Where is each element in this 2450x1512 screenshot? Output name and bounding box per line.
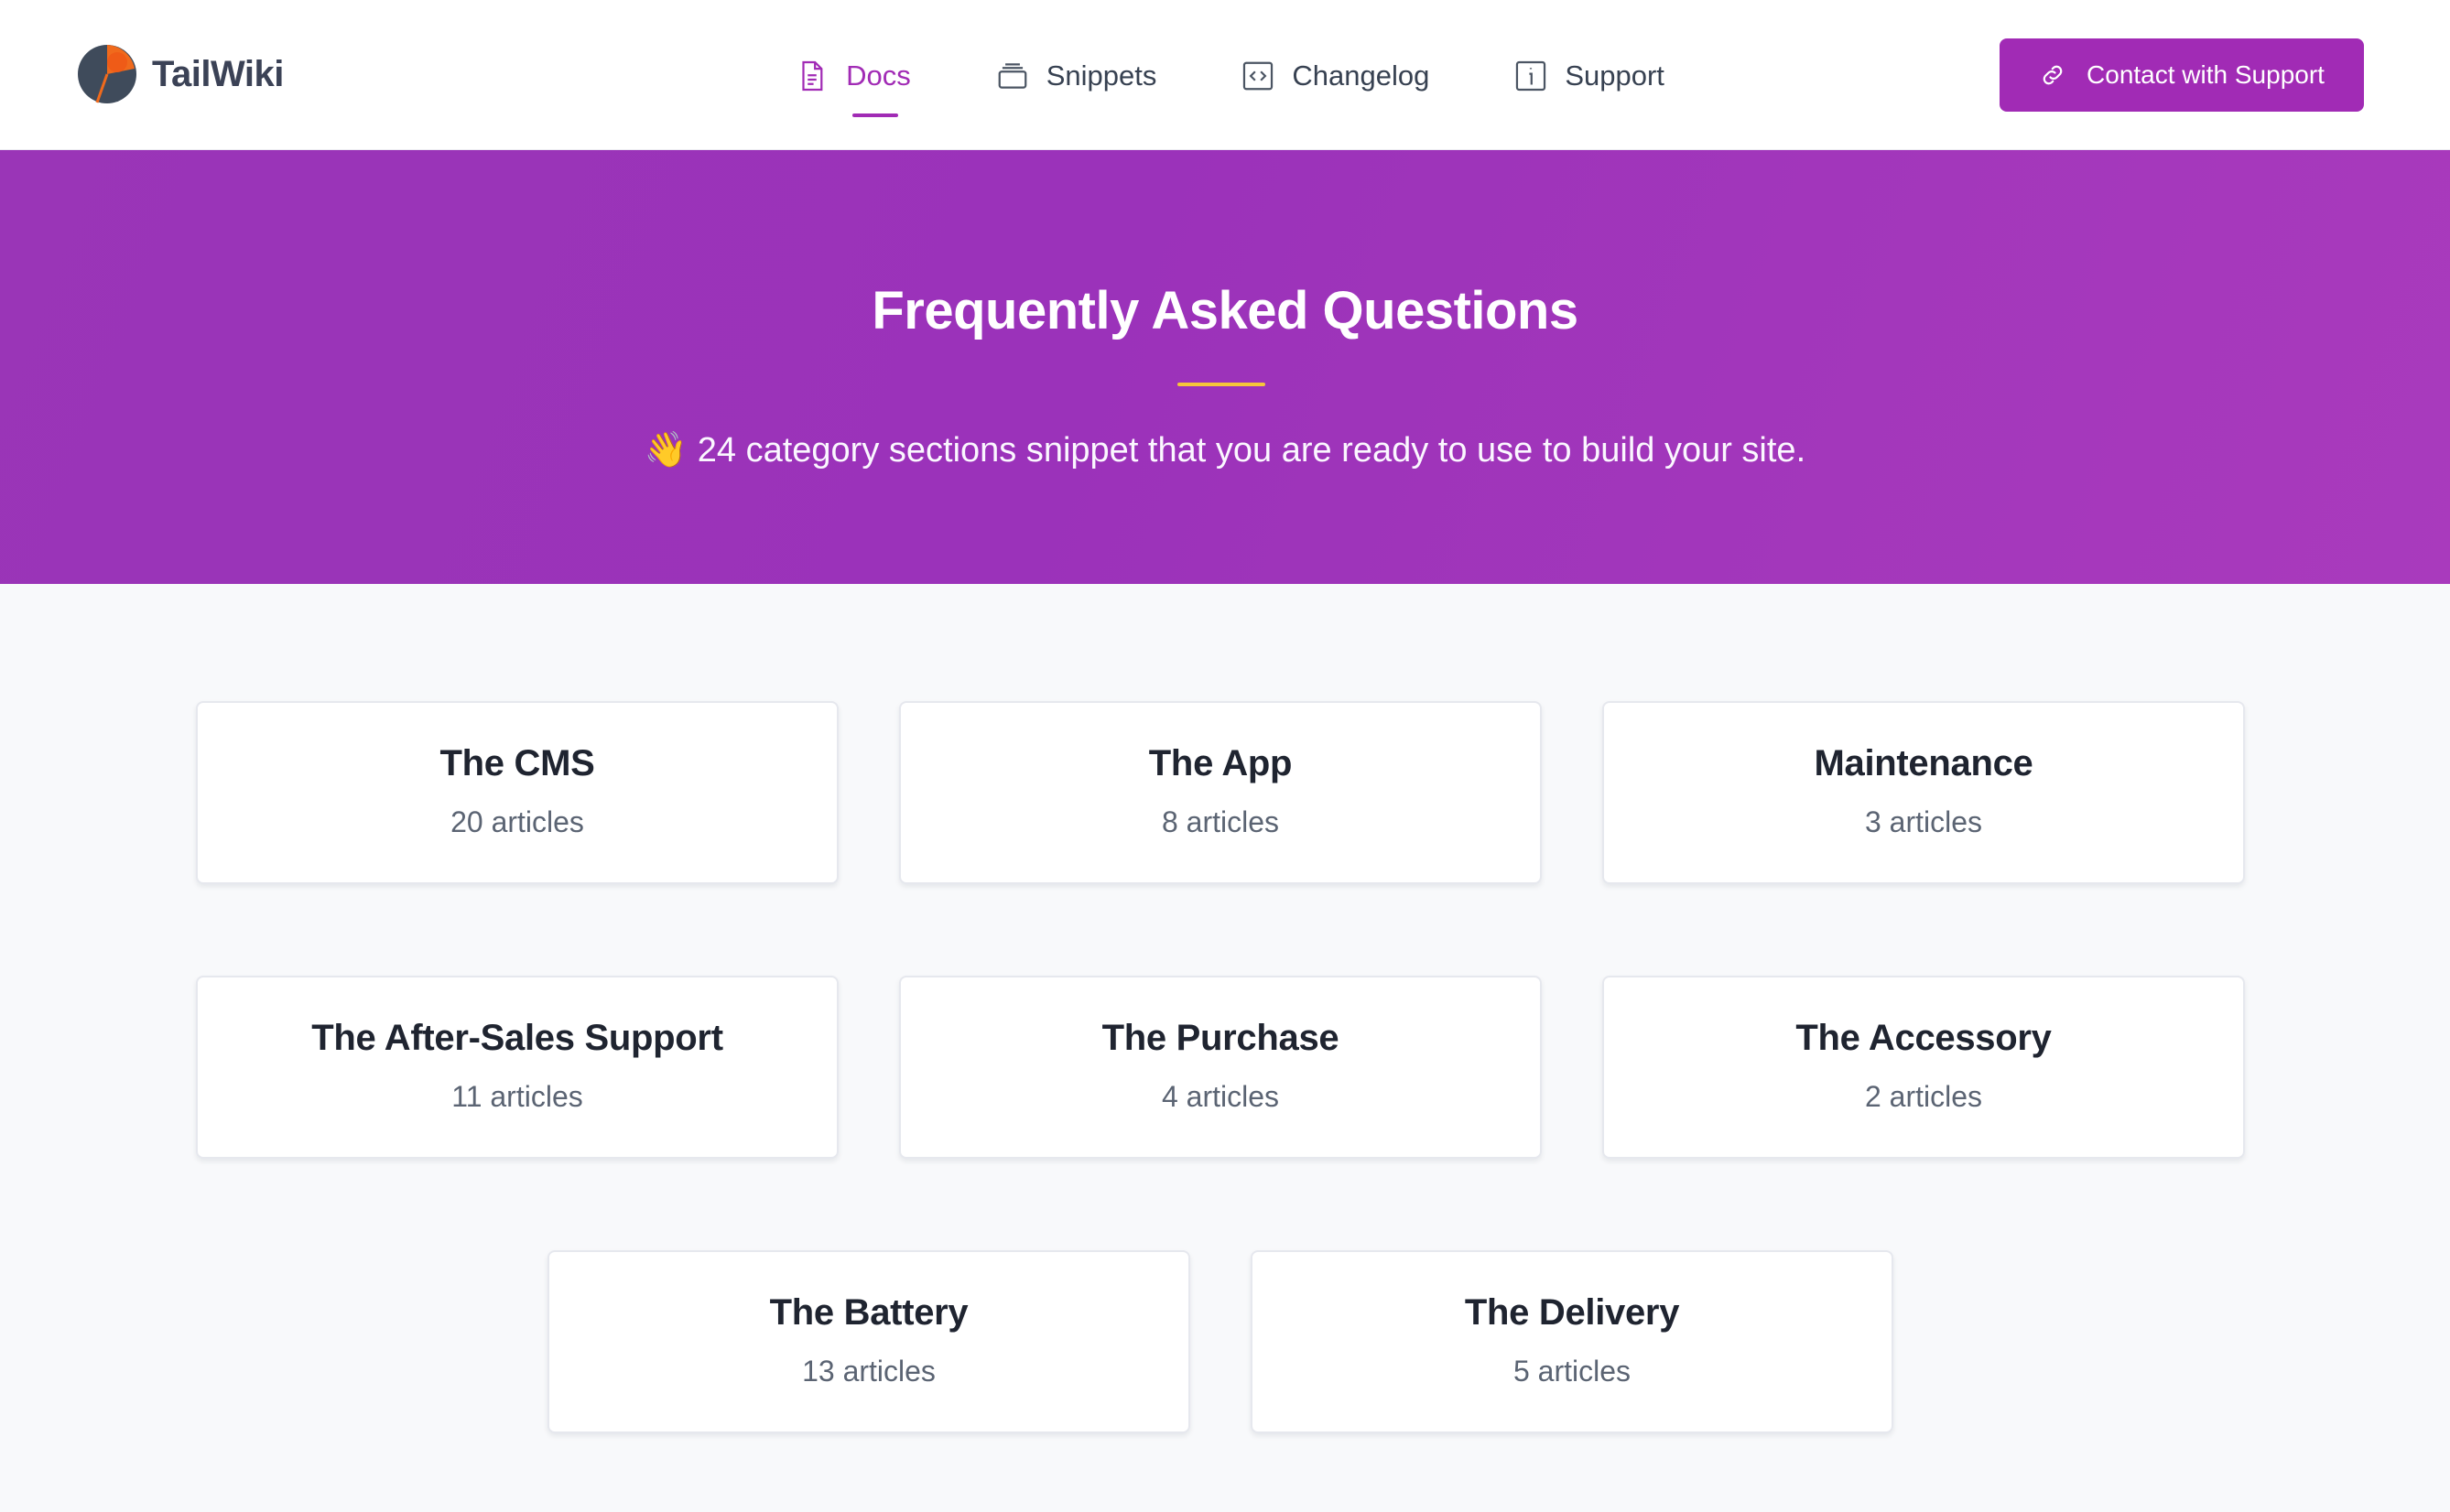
category-card-app[interactable]: The App 8 articles (899, 701, 1542, 884)
nav-item-snippets[interactable]: Snippets (995, 53, 1157, 99)
category-card-battery[interactable]: The Battery 13 articles (547, 1250, 1190, 1433)
article-count: 8 articles (1161, 805, 1280, 838)
category-card-purchase[interactable]: The Purchase 4 articles (899, 976, 1542, 1159)
contact-support-button[interactable]: Contact with Support (2000, 38, 2364, 112)
category-title: Maintenance (1814, 743, 2033, 783)
nav-item-label: Docs (846, 59, 911, 92)
article-count: 3 articles (1864, 805, 1983, 838)
contact-support-label: Contact with Support (2087, 60, 2325, 89)
category-card-cms[interactable]: The CMS 20 articles (196, 701, 839, 884)
article-count: 5 articles (1512, 1355, 1632, 1388)
category-title: The Battery (769, 1292, 969, 1333)
stack-icon (998, 63, 1027, 89)
hero-subtitle: 👋 24 category sections snippet that you … (644, 431, 1806, 470)
title-divider (1177, 383, 1265, 386)
article-count: 2 articles (1864, 1080, 1983, 1113)
link-icon (2043, 65, 2063, 85)
category-card-delivery[interactable]: The Delivery 5 articles (1251, 1250, 1893, 1433)
nav-item-support[interactable]: Support (1513, 53, 1664, 99)
category-title: The CMS (439, 743, 595, 783)
code-icon (1243, 61, 1274, 91)
nav-item-docs[interactable]: Docs (795, 53, 911, 117)
article-count: 20 articles (450, 805, 584, 838)
top-header: TailWiki Docs Snippets Changelog Support… (0, 0, 2450, 150)
document-icon (802, 60, 823, 92)
category-card-accessory[interactable]: The Accessory 2 articles (1602, 976, 2245, 1159)
info-icon (1516, 60, 1546, 92)
category-card-after-sales-support[interactable]: The After-Sales Support 11 articles (196, 976, 839, 1159)
category-title: The Delivery (1464, 1292, 1680, 1333)
category-title: The Accessory (1795, 1018, 2052, 1058)
nav-item-label: Snippets (1046, 59, 1157, 92)
article-count: 11 articles (451, 1080, 583, 1113)
category-title: The Purchase (1101, 1018, 1339, 1058)
article-count: 13 articles (802, 1355, 936, 1388)
hero-banner: Frequently Asked Questions 👋 24 category… (0, 150, 2450, 584)
nav-item-label: Support (1565, 59, 1664, 92)
page-title: Frequently Asked Questions (872, 281, 1578, 340)
category-title: The App (1148, 743, 1293, 783)
nav-item-label: Changelog (1292, 59, 1430, 92)
active-indicator (852, 113, 899, 117)
nav-item-changelog[interactable]: Changelog (1241, 53, 1429, 99)
category-card-maintenance[interactable]: Maintenance 3 articles (1602, 701, 2245, 884)
category-title: The After-Sales Support (311, 1018, 723, 1058)
article-count: 4 articles (1161, 1080, 1280, 1113)
